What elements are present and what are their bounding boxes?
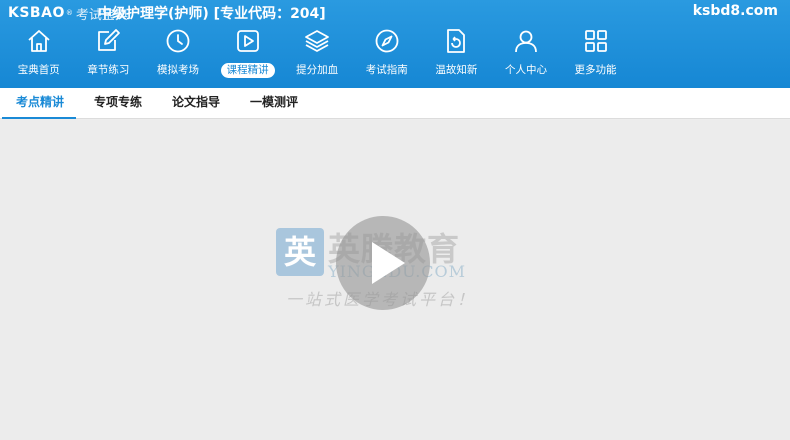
nav-label: 课程精讲 (220, 63, 275, 78)
grid-icon (583, 28, 609, 54)
nav-label: 温故知新 (435, 64, 478, 76)
nav-label: 提分加血 (296, 64, 339, 76)
nav-item-mock-exam[interactable]: 模拟考场 (143, 26, 213, 82)
home-icon (26, 28, 52, 54)
nav-item-course[interactable]: 课程精讲 (213, 26, 283, 82)
nav-item-more[interactable]: 更多功能 (561, 26, 631, 82)
user-icon (513, 28, 539, 54)
video-player[interactable]: 英 英腾教育 YINGEDU.COM 一站式医学考试平台！ (0, 120, 790, 440)
nav-label: 模拟考场 (156, 64, 199, 76)
nav-label: 考试指南 (365, 64, 408, 76)
nav-label: 更多功能 (574, 64, 617, 76)
tab-thesis-guide[interactable]: 论文指导 (156, 88, 234, 118)
nav-item-home[interactable]: 宝典首页 (4, 26, 74, 82)
nav-label: 个人中心 (504, 64, 547, 76)
main-nav: 宝典首页 章节练习 模拟考场 课程精讲 提分加血 考试指南 温故知新 个人中心 … (4, 26, 630, 82)
sub-tabs: 考点精讲 专项专练 论文指导 一模测评 (0, 88, 790, 119)
logo-text: KSBAO (8, 5, 65, 21)
nav-item-exam-guide[interactable]: 考试指南 (352, 26, 422, 82)
layers-icon (304, 28, 330, 54)
nav-item-profile[interactable]: 个人中心 (491, 26, 561, 82)
refresh-doc-icon (443, 28, 469, 54)
nav-item-review[interactable]: 温故知新 (422, 26, 492, 82)
nav-label: 宝典首页 (17, 64, 60, 76)
site-url[interactable]: ksbd8.com (693, 3, 778, 19)
play-icon (235, 28, 261, 54)
nav-item-boost[interactable]: 提分加血 (282, 26, 352, 82)
play-button[interactable] (336, 216, 430, 310)
page-title: 中级护理学(护师) [专业代码：204] (98, 6, 326, 22)
tab-mock-assessment[interactable]: 一模测评 (234, 88, 312, 118)
tab-special-practice[interactable]: 专项专练 (78, 88, 156, 118)
nav-label: 章节练习 (87, 64, 130, 76)
logo-registered-mark: ® (65, 9, 73, 17)
watermark-logo-box: 英 (276, 228, 324, 276)
compass-icon (374, 28, 400, 54)
play-icon (372, 242, 405, 284)
tab-key-points[interactable]: 考点精讲 (0, 88, 78, 119)
nav-item-chapter-practice[interactable]: 章节练习 (74, 26, 144, 82)
edit-icon (95, 28, 121, 54)
top-header: KSBAO ® 考试宝典 中级护理学(护师) [专业代码：204] ksbd8.c… (0, 0, 790, 88)
clock-icon (165, 28, 191, 54)
